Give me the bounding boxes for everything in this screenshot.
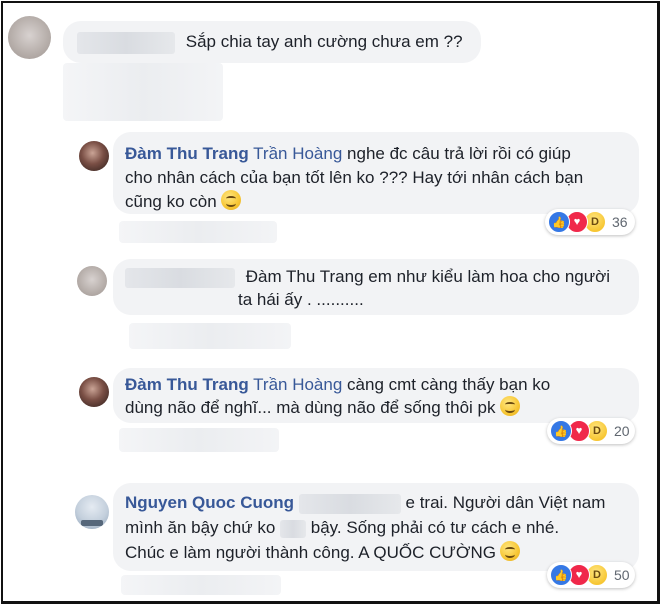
mention-link[interactable]: Trần Hoàng [253,375,342,394]
blurred-comment-actions [119,428,279,452]
comment-bubble: Sắp chia tay anh cường chưa em ?? [63,21,481,63]
comment-text: nghe đc câu trả lời rồi có giúp [347,144,571,163]
comment-author[interactable]: Đàm Thu Trang [125,144,249,163]
comment-text: cho nhân cách của bạn tốt lên ko ??? Hay… [125,168,584,187]
smiley-emoji [500,541,520,561]
comment-bubble: Đàm Thu Trang Trần Hoàng càng cmt càng t… [113,368,639,423]
avatar[interactable] [75,495,109,529]
like-icon: 👍 [548,211,570,233]
avatar[interactable] [77,266,107,296]
comment-text: càng cmt càng thấy bạn ko [347,375,551,394]
reaction-summary[interactable]: 👍 ♥ D 50 [547,562,635,588]
like-icon: 👍 [550,564,572,586]
comment-text: cũng ko còn [125,192,217,211]
comment-bubble: Nguyen Quoc Cuong e trai. Người dân Việt… [113,483,639,571]
comment-text: dùng não để nghĩ... mà dùng não để sống … [125,398,496,417]
reaction-summary[interactable]: 👍 ♥ D 36 [545,209,635,235]
smiley-emoji [499,396,520,416]
avatar[interactable] [79,377,109,407]
blurred-comment-actions [129,323,291,349]
comment-text: e trai. Người dân Việt nam [405,493,606,512]
smiley-emoji [220,190,241,210]
redacted-author-name[interactable] [77,31,175,54]
redacted-author-name[interactable] [125,267,235,288]
comment-text: Đàm Thu Trang em như kiểu làm hoa cho ng… [245,267,611,286]
comment-bubble: Đàm Thu Trang Trần Hoàng nghe đc câu trả… [113,132,639,214]
blurred-comment-actions [121,575,281,595]
reaction-count: 36 [612,214,628,230]
like-icon: 👍 [550,420,572,442]
comment-bubble: Đàm Thu Trang em như kiểu làm hoa cho ng… [113,259,639,315]
reaction-count: 50 [614,567,630,583]
comment-author[interactable]: Nguyen Quoc Cuong [125,493,294,512]
avatar[interactable] [79,141,109,171]
comment-text: Chúc e làm người thành công. A QUỐC CƯỜN… [125,543,496,562]
avatar[interactable] [8,16,51,59]
comment-text: ta hái ấy . .......... [238,290,364,309]
comment-text: mình ăn bậy chứ ko [125,518,276,537]
comment-text: Sắp chia tay anh cường chưa em ?? [185,32,463,51]
blurred-comment-actions [63,63,223,121]
comment-author[interactable]: Đàm Thu Trang [125,375,249,394]
comment-text: bậy. Sống phải có tư cách e nhé. [310,518,560,537]
reaction-count: 20 [614,423,630,439]
comment-thread: Sắp chia tay anh cường chưa em ?? Đàm Th… [1,1,660,604]
redacted-mention[interactable] [298,493,401,514]
blurred-comment-actions [119,221,277,243]
redacted-word [280,519,307,538]
reaction-summary[interactable]: 👍 ♥ D 20 [547,418,635,444]
mention-link[interactable]: Trần Hoàng [253,144,342,163]
